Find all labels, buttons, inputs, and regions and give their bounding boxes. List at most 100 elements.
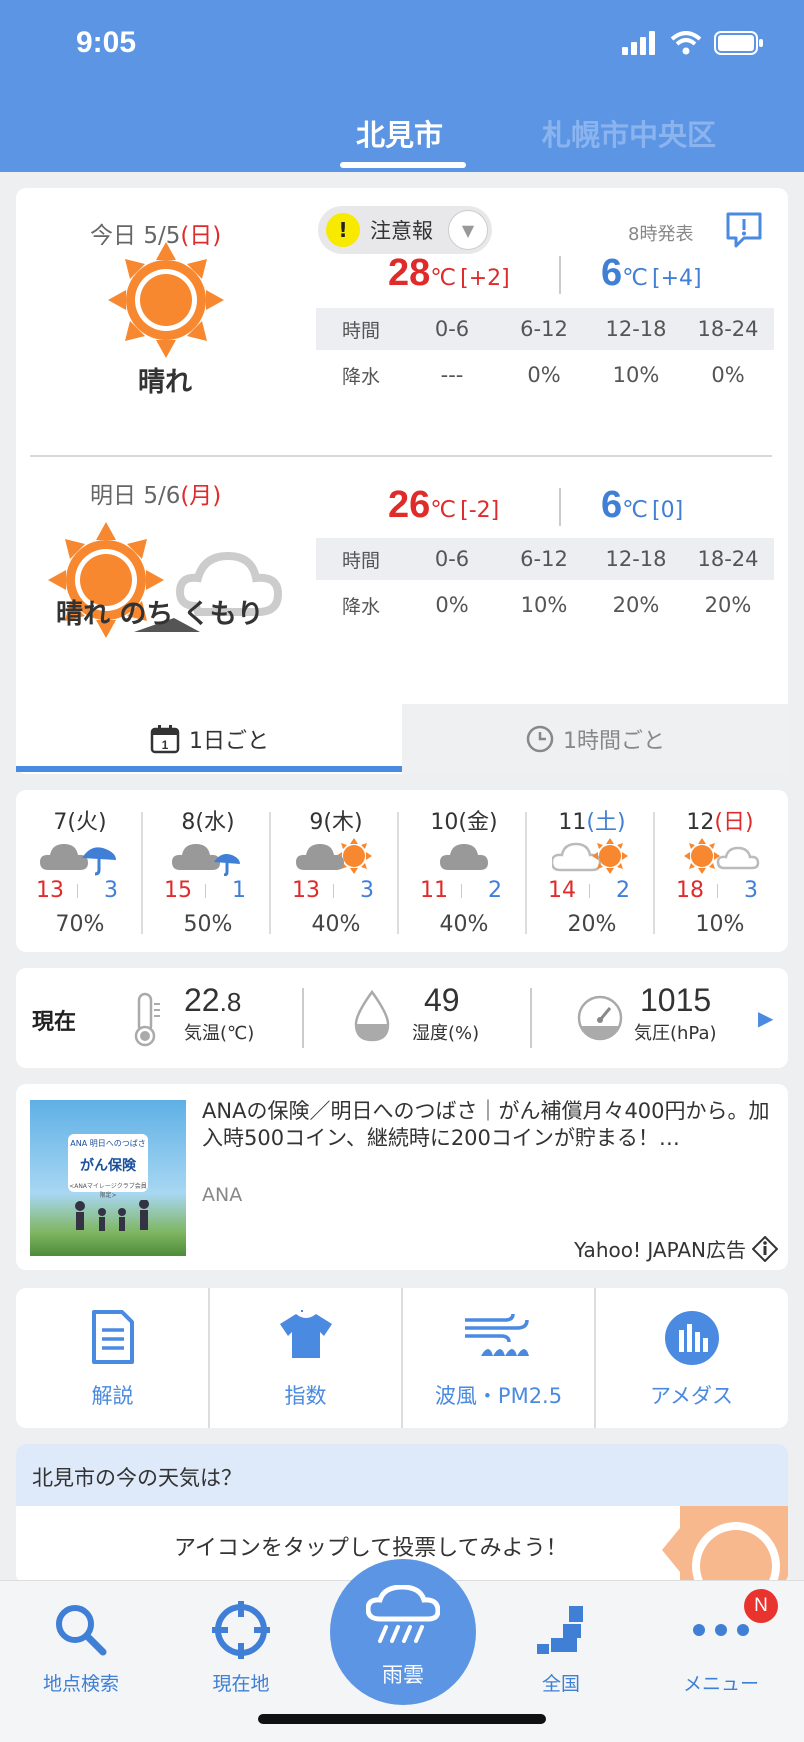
quick-wave-wind[interactable]: 波風・PM2.5: [402, 1288, 595, 1428]
weekly-precip: 40%: [439, 912, 489, 937]
humidity-value: 49: [424, 982, 460, 1018]
tomorrow-label: 明日: [90, 483, 136, 509]
tomorrow-low-unit: ℃: [622, 497, 648, 523]
vote-prompt: アイコンをタップして投票してみよう！: [174, 1536, 568, 1561]
quick-amedas[interactable]: アメダス: [595, 1288, 788, 1428]
ad-badge-top: ANA 明日へのつばさ: [70, 1139, 146, 1148]
ad-title[interactable]: ANAの保険／明日へのつばさ｜がん補償月々400円から。加入時500コイン、継続…: [202, 1098, 776, 1152]
pressure-caption: 気圧(hPa): [634, 1023, 717, 1044]
quick-menu: 解説 指数 波風・PM2.5 アメダス: [16, 1288, 788, 1428]
precip-cell: 降水: [341, 595, 380, 618]
quick-commentary-label: 解説: [91, 1384, 134, 1408]
weekly-date: 10(金): [400, 804, 528, 836]
nav-search[interactable]: 地点検索: [16, 1595, 146, 1696]
cloud-umbrella-icon: [40, 844, 116, 876]
precip-header-row: 時間 0-6 6-12 12-18 18-24: [316, 308, 774, 350]
weekly-separator: [269, 812, 271, 934]
nav-menu-label: メニュー: [682, 1673, 759, 1695]
precip-value-row: 降水 --- 0% 10% 0%: [316, 350, 774, 400]
tshirt-icon: [279, 1310, 332, 1358]
vote-header: 北見市の今の天気は？: [16, 1444, 788, 1506]
weekly-date: 12(日): [656, 804, 784, 836]
tomorrow-high-unit: ℃: [430, 497, 457, 523]
weekly-low: 3: [744, 878, 758, 903]
weekly-precip: 50%: [183, 912, 233, 937]
today-low-value: 6: [601, 252, 623, 294]
quick-index[interactable]: 指数: [209, 1288, 402, 1428]
notification-badge: N: [744, 1589, 778, 1623]
weekly-low: 2: [488, 878, 502, 903]
weekly-dow: (日): [714, 810, 754, 835]
tab-daily[interactable]: 1 1日ごと: [16, 704, 402, 774]
ad-info-icon: [752, 1235, 778, 1262]
weekly-precip: 70%: [55, 912, 105, 937]
vote-pointer: [662, 1528, 680, 1572]
weekly-high: 15: [164, 878, 192, 903]
nav-current-location[interactable]: 現在地: [176, 1595, 306, 1696]
humidity-caption: 湿度(%): [412, 1023, 480, 1044]
alert-label: 注意報: [370, 219, 433, 243]
weekly-precip: 20%: [567, 912, 617, 937]
nav-rain-cloud[interactable]: 雨雲: [330, 1559, 476, 1705]
precip-value-row: 降水 0% 10% 20% 20%: [316, 580, 774, 630]
weekly-low: 3: [360, 878, 374, 903]
ad-label[interactable]: Yahoo! JAPAN広告: [574, 1234, 778, 1263]
ad-image[interactable]: ANA 明日へのつばさ がん保険 <ANAマイレージクラブ会員限定>: [30, 1100, 186, 1256]
weekly-day: 8(水) 15 1 50%: [144, 790, 272, 952]
tab-sapporo-chuo[interactable]: 札幌市中央区: [542, 112, 716, 154]
current-separator: [530, 988, 532, 1048]
cloud-sun-icon: [552, 838, 628, 874]
tomorrow-high-diff: [-2]: [460, 498, 500, 523]
weekly-dow: (金): [458, 810, 498, 835]
tab-kitami[interactable]: 北見市: [356, 112, 443, 154]
precip-cell: 0%: [711, 363, 745, 387]
precip-header-cell: 6-12: [520, 547, 568, 571]
forecast-card: 今日 5/5(日) ! 注意報 ▼ 8時発表 晴れ 28℃ [+2] 6℃ [+…: [16, 188, 788, 774]
sun-outline-icon: [692, 1522, 780, 1584]
more-dots-icon: [693, 1624, 749, 1636]
precip-header-cell: 0-6: [434, 547, 470, 571]
chevron-right-icon: ▶: [758, 1006, 774, 1030]
chevron-down-icon: ▼: [448, 210, 488, 250]
alert-button[interactable]: ! 注意報 ▼: [318, 206, 492, 254]
weekly-separator: [525, 812, 527, 934]
family-illustration: [75, 1200, 149, 1231]
weekly-date: 9(木): [272, 804, 400, 836]
quick-commentary[interactable]: 解説: [16, 1288, 209, 1428]
today-high: 28℃ [+2]: [388, 252, 510, 295]
nav-national[interactable]: 全国: [496, 1595, 626, 1696]
bar-chart-icon: [664, 1311, 719, 1365]
weekly-date: 8(水): [144, 804, 272, 836]
nav-current-label: 現在地: [212, 1673, 270, 1695]
calendar-icon: 1: [150, 725, 180, 754]
precip-header-cell: 時間: [341, 319, 380, 342]
quick-index-label: 指数: [284, 1384, 327, 1408]
ad-card[interactable]: ANA 明日へのつばさ がん保険 <ANAマイレージクラブ会員限定> ANAの保…: [16, 1084, 788, 1270]
tomorrow-date-value: 5/6: [143, 483, 181, 509]
today-weather: 晴れ: [138, 367, 192, 398]
precip-cell: ---: [440, 363, 464, 387]
weekly-day-number: 10: [430, 810, 459, 835]
feedback-icon[interactable]: [724, 210, 764, 250]
weekly-low: 3: [104, 878, 118, 903]
precip-cell: 20%: [612, 593, 660, 617]
quick-amedas-label: アメダス: [650, 1384, 733, 1408]
weekly-day-number: 11: [558, 810, 587, 835]
today-high-unit: ℃: [430, 265, 457, 291]
signal-icon: [622, 31, 655, 55]
vote-sun-button[interactable]: [680, 1506, 788, 1584]
weekly-day-number: 12: [686, 810, 715, 835]
today-low-diff: [+4]: [651, 266, 702, 291]
current-conditions[interactable]: 現在 22.8 気温(℃) 49 湿度(%) 1015 気圧(hPa) ▶: [16, 968, 788, 1068]
tab-hourly[interactable]: 1時間ごと: [402, 704, 788, 774]
tomorrow-date: 明日 5/6(月): [90, 476, 221, 510]
weekly-forecast[interactable]: 7(火) 13 3 70% 8(水) 15 1 50% 9(木) 13 3 40% 1…: [16, 790, 788, 952]
today-high-value: 28: [388, 252, 431, 294]
weekly-day: 9(木) 13 3 40%: [272, 790, 400, 952]
weekly-separator: [141, 812, 143, 934]
crosshair-icon: [212, 1601, 270, 1659]
quick-wave-wind-label: 波風・PM2.5: [434, 1384, 563, 1408]
temp-decimal: .8: [219, 987, 242, 1017]
precip-cell: 20%: [704, 593, 752, 617]
home-indicator[interactable]: [258, 1714, 546, 1724]
